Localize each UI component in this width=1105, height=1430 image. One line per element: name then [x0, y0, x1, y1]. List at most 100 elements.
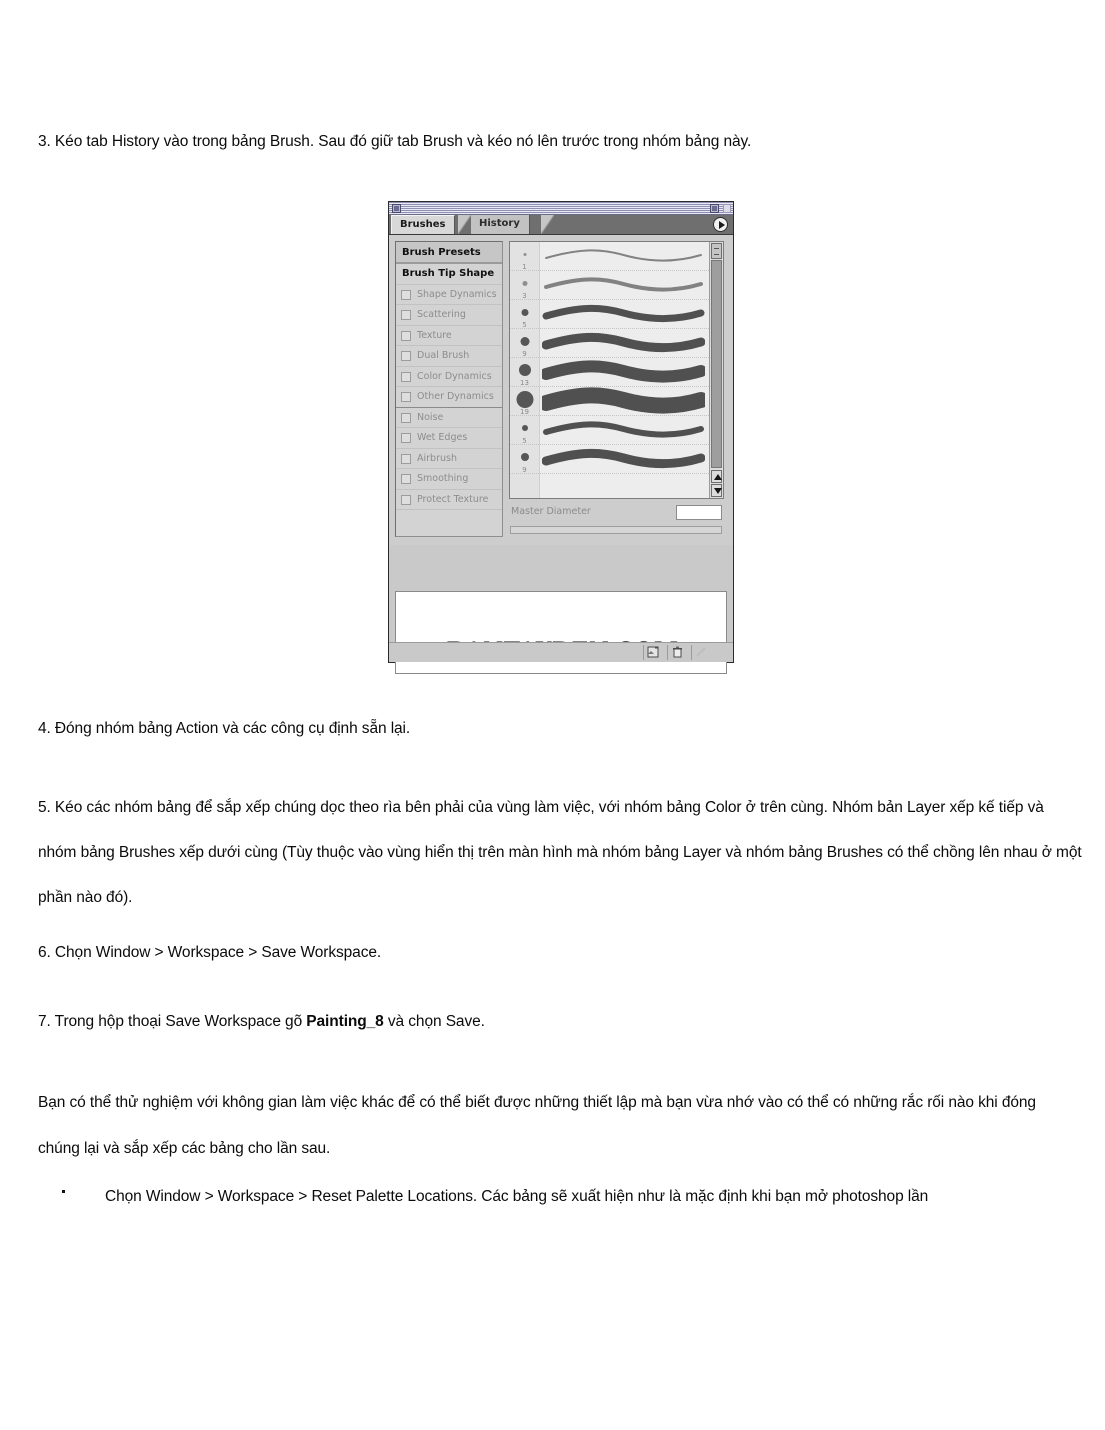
brush-option-brush-tip-shape[interactable]: Brush Tip Shape [396, 264, 502, 285]
brush-preset-row[interactable]: 1 [510, 242, 723, 271]
brush-option-label: Brush Tip Shape [402, 268, 495, 279]
brush-stroke-sample [542, 242, 705, 271]
checkbox-airbrush[interactable] [401, 453, 411, 464]
scroll-up-arrow-icon[interactable] [711, 470, 722, 483]
brush-preset-list[interactable]: 1 3 5 9 13 19 5 9 [509, 241, 724, 499]
brush-preset-row[interactable]: 9 [510, 329, 723, 358]
checkbox-noise[interactable] [401, 412, 411, 423]
close-box-icon[interactable] [392, 204, 401, 213]
brush-tip-thumbnail: 1 [510, 242, 539, 271]
palette-body: Brush Presets Brush Tip Shape Shape Dynami… [389, 235, 733, 674]
brush-tip-thumbnail: 5 [510, 300, 539, 329]
brush-option-label: Noise [417, 411, 444, 423]
brush-size-label: 3 [522, 292, 527, 300]
brush-option-label: Protect Texture [417, 493, 489, 505]
checkbox-texture[interactable] [401, 330, 411, 341]
photoshop-brushes-palette: Brushes History Brush Presets Brush Tip S… [388, 201, 734, 674]
collapse-box-icon[interactable] [710, 204, 719, 213]
brush-preset-row[interactable]: 3 [510, 271, 723, 300]
master-diameter-input[interactable] [676, 505, 722, 520]
checkbox-color-dynamics[interactable] [401, 371, 411, 382]
brush-preset-row[interactable]: 9 [510, 445, 723, 474]
brush-tip-thumbnail: 9 [510, 329, 539, 358]
checkbox-wet-edges[interactable] [401, 433, 411, 443]
brush-size-label: 1 [522, 263, 527, 271]
palette-menu-arrow-icon[interactable] [713, 217, 728, 232]
titlebar-edge-marker [723, 204, 731, 213]
paragraph-note: Bạn có thể thử nghiệm với không gian làm… [38, 1094, 1041, 1157]
brush-option-airbrush[interactable]: Airbrush [396, 449, 502, 469]
brush-tip-thumbnail: 5 [510, 416, 539, 445]
checkbox-scattering[interactable] [401, 310, 411, 320]
tab-history[interactable]: History [471, 215, 530, 234]
brush-preset-row[interactable]: 13 [510, 358, 723, 387]
brush-preset-row[interactable]: 5 [510, 300, 723, 329]
paragraph-step-7: 7. Trong hộp thoại Save Workspace gõ Pai… [38, 1011, 1078, 1032]
brush-option-label: Texture [417, 329, 452, 341]
brush-option-dual-brush[interactable]: Dual Brush [396, 346, 502, 367]
brush-option-scattering[interactable]: Scattering [396, 305, 502, 326]
brush-preview-column: 1 3 5 9 13 19 5 9 Master Diameter [509, 241, 724, 537]
checkbox-dual-brush[interactable] [401, 351, 411, 361]
brush-size-label: 5 [522, 437, 527, 445]
brush-size-label: 19 [520, 408, 529, 416]
step7-workspace-name: Painting_8 [306, 1013, 384, 1030]
brush-option-protect-texture[interactable]: Protect Texture [396, 490, 502, 510]
checkbox-protect-texture[interactable] [401, 494, 411, 505]
master-diameter-slider[interactable] [510, 526, 722, 534]
tab-slant-right [541, 215, 554, 234]
brush-option-label: Scattering [417, 309, 466, 320]
brush-size-label: 9 [522, 466, 527, 474]
brush-size-label: 9 [522, 350, 527, 358]
scroll-down-arrow-icon[interactable] [711, 484, 722, 497]
step7-prefix: 7. Trong hộp thoại Save Workspace gõ [38, 1013, 307, 1030]
paragraph-bullet-1: Chọn Window > Workspace > Reset Palette … [105, 1188, 929, 1205]
brush-preset-row[interactable]: 5 [510, 416, 723, 445]
brush-option-color-dynamics[interactable]: Color Dynamics [396, 367, 502, 387]
palette-footer-bar [389, 642, 733, 662]
trash-icon[interactable] [667, 645, 687, 660]
palette-titlebar[interactable] [389, 202, 733, 215]
brush-option-shape-dynamics[interactable]: Shape Dynamics [396, 285, 502, 305]
brush-option-label: Smoothing [417, 473, 469, 484]
brush-size-label: 13 [520, 379, 529, 387]
brush-option-other-dynamics[interactable]: Other Dynamics [396, 387, 502, 408]
brush-stroke-sample [542, 300, 705, 329]
brush-stroke-sample [542, 416, 705, 445]
brush-option-label: Color Dynamics [417, 370, 492, 382]
brush-stroke-sample [542, 445, 705, 474]
brush-option-texture[interactable]: Texture [396, 326, 502, 346]
new-brush-icon[interactable] [643, 645, 663, 660]
brush-option-label: Wet Edges [417, 432, 468, 443]
brush-stroke-sample [542, 329, 705, 358]
brush-stroke-sample [542, 271, 705, 300]
paragraph-step-4: 4. Đóng nhóm bảng Action và các công cụ … [38, 720, 411, 737]
scrollbar-thumb[interactable] [711, 243, 722, 259]
brush-option-label: Brush Presets [402, 247, 481, 258]
brush-option-label: Airbrush [417, 452, 457, 464]
brush-list-scrollbar[interactable] [709, 242, 723, 498]
brush-stroke-sample [542, 358, 705, 387]
tab-slant-left [458, 215, 471, 234]
brush-options-list: Brush Presets Brush Tip Shape Shape Dynami… [395, 241, 503, 537]
master-diameter-row: Master Diameter [509, 505, 724, 522]
document-page: 3. Kéo tab History vào trong bảng Brush.… [0, 0, 1105, 1430]
brush-preset-row[interactable]: 19 [510, 387, 723, 416]
brush-option-label: Other Dynamics [417, 391, 494, 402]
tab-brushes[interactable]: Brushes [391, 215, 456, 234]
brush-tip-thumbnail: 3 [510, 271, 539, 300]
checkbox-shape-dynamics[interactable] [401, 289, 411, 300]
checkbox-other-dynamics[interactable] [401, 392, 411, 402]
brush-tip-thumbnail: 19 [510, 387, 539, 416]
brush-size-label: 5 [522, 321, 527, 329]
brush-option-noise[interactable]: Noise [396, 408, 502, 428]
brush-option-wet-edges[interactable]: Wet Edges [396, 428, 502, 449]
brush-tip-thumbnail: 13 [510, 358, 539, 387]
brush-option-smoothing[interactable]: Smoothing [396, 469, 502, 490]
scrollbar-track[interactable] [711, 260, 722, 468]
checkbox-smoothing[interactable] [401, 474, 411, 484]
bullet-marker-icon [62, 1190, 65, 1193]
dim-icon[interactable] [691, 645, 711, 660]
brush-option-brush-presets[interactable]: Brush Presets [396, 242, 502, 264]
step7-suffix: và chọn Save. [383, 1013, 485, 1030]
